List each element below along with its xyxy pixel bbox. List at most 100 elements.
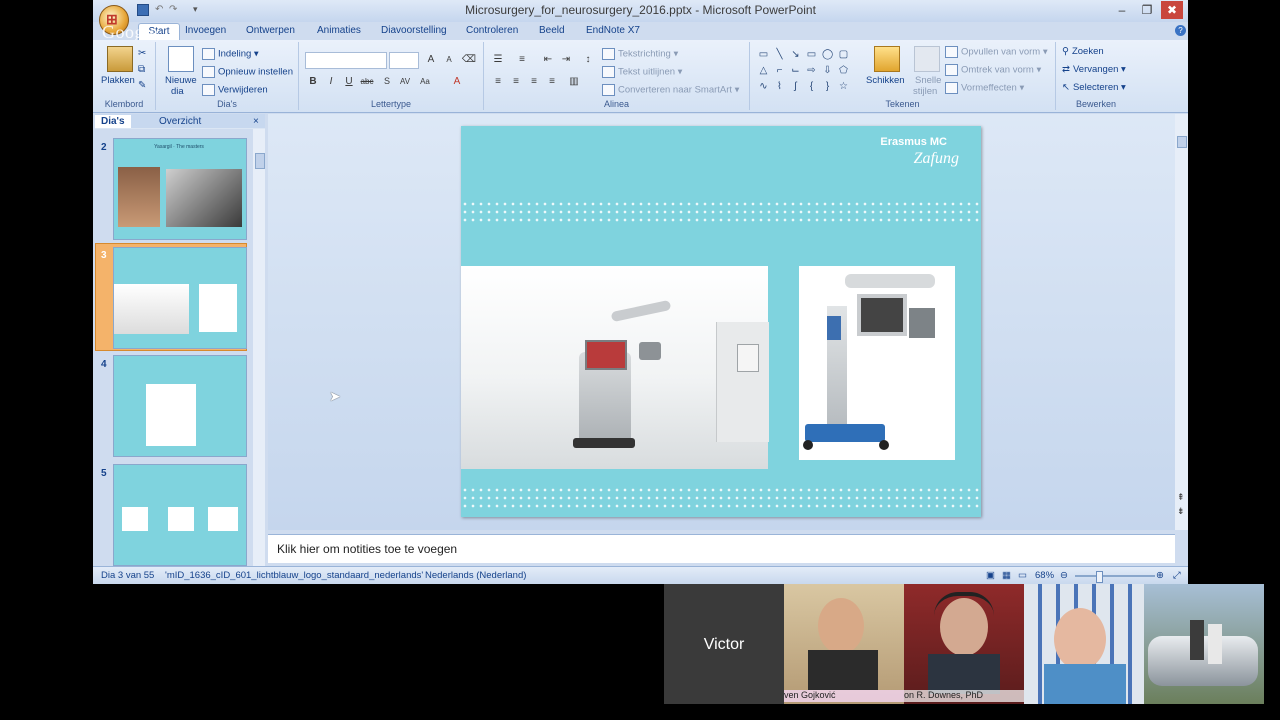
tab-dias[interactable]: Dia's [95, 115, 131, 128]
redo-icon[interactable]: ↷ [169, 4, 177, 15]
align-left-icon[interactable]: ≡ [490, 74, 506, 89]
tab-beeld[interactable]: Beeld [539, 25, 565, 36]
pentagon-icon[interactable]: ⬠ [838, 66, 849, 76]
current-slide[interactable]: Erasmus MC Zafung [461, 126, 981, 517]
brace-left-icon[interactable]: { [806, 82, 817, 92]
clear-format-icon[interactable]: ⌫ [461, 52, 477, 67]
shrink-font-icon[interactable]: A [441, 52, 457, 67]
zoeken-button[interactable]: ⚲ Zoeken [1062, 46, 1104, 57]
spacing-icon[interactable]: AV [397, 74, 413, 89]
sorter-view-icon[interactable]: ▦ [1002, 570, 1011, 581]
vormeffecten-button[interactable]: Vormeffecten ▾ [945, 82, 1024, 94]
tab-endnote[interactable]: EndNote X7 [586, 25, 640, 36]
notes-pane[interactable]: Klik hier om notities toe te voegen [268, 534, 1175, 563]
oval-shape-icon[interactable]: ◯ [822, 50, 833, 60]
slideshow-view-icon[interactable]: ▭ [1018, 570, 1027, 581]
close-pane-button[interactable]: × [247, 115, 265, 128]
strikethrough-icon[interactable]: abc [359, 74, 375, 89]
restore-button[interactable]: ❐ [1136, 1, 1158, 19]
columns-icon[interactable]: ▥ [566, 74, 582, 89]
slide-thumbnail[interactable] [113, 355, 247, 457]
rectangle-shape-icon[interactable]: ▭ [806, 50, 817, 60]
plakken-button[interactable]: Plakken [101, 75, 135, 86]
down-arrow-icon[interactable]: ⇩ [822, 66, 833, 76]
participant-tile[interactable] [1144, 584, 1264, 704]
zoom-slider[interactable] [1075, 575, 1155, 577]
participant-tile[interactable]: ven Gojković [784, 584, 904, 704]
slide-scrollbar[interactable]: ⇞ ⇟ [1175, 114, 1188, 530]
next-slide-icon[interactable]: ⇟ [1177, 506, 1185, 517]
tab-invoegen[interactable]: Invoegen [185, 25, 226, 36]
scroll-thumb[interactable] [1177, 136, 1187, 148]
format-painter-icon[interactable]: ✎ [138, 80, 146, 91]
justify-icon[interactable]: ≡ [544, 74, 560, 89]
snelle-stijlen-button[interactable]: Snelle [915, 75, 941, 86]
chevron-down-icon[interactable]: ▾ [193, 4, 198, 15]
italic-icon[interactable]: I [323, 74, 339, 89]
textbox-shape-icon[interactable]: ▭ [758, 50, 769, 60]
selecteren-button[interactable]: ↖ Selecteren ▾ [1062, 82, 1126, 93]
undo-icon[interactable]: ↶ [155, 4, 163, 15]
previous-slide-icon[interactable]: ⇞ [1177, 492, 1185, 503]
font-color-icon[interactable]: A [449, 74, 465, 89]
tekstrichting-button[interactable]: Tekstrichting ▾ [602, 48, 678, 60]
opnieuw-instellen-button[interactable]: Opnieuw instellen [202, 66, 293, 78]
slide-thumbnail[interactable] [113, 464, 247, 566]
grow-font-icon[interactable]: A [423, 52, 439, 67]
star-icon[interactable]: ☆ [838, 82, 849, 92]
save-icon[interactable] [137, 4, 149, 16]
decrease-indent-icon[interactable]: ⇤ [540, 52, 556, 67]
language-indicator[interactable]: Nederlands (Nederland) [425, 570, 526, 581]
close-button[interactable]: ✖ [1161, 1, 1183, 19]
nieuwe-dia-button[interactable]: Nieuwe [165, 75, 197, 86]
tab-diavoorstelling[interactable]: Diavoorstelling [381, 25, 447, 36]
scribble-icon[interactable]: ʃ [790, 82, 801, 92]
bold-icon[interactable]: B [305, 74, 321, 89]
vervangen-button[interactable]: ⇄ Vervangen ▾ [1062, 64, 1126, 75]
normal-view-icon[interactable]: ▣ [986, 570, 995, 581]
elbow-connector-icon[interactable]: ⌙ [790, 66, 801, 76]
line-shape-icon[interactable]: ╲ [774, 50, 785, 60]
participant-tile[interactable]: on R. Downes, PhD [904, 584, 1024, 704]
indeling-button[interactable]: Indeling ▾ [202, 48, 259, 60]
bullets-icon[interactable]: ☰ [490, 52, 506, 67]
shadow-icon[interactable]: S [379, 74, 395, 89]
freeform-icon[interactable]: ⌇ [774, 82, 785, 92]
line-spacing-icon[interactable]: ↕ [580, 52, 596, 67]
align-center-icon[interactable]: ≡ [508, 74, 524, 89]
verwijderen-button[interactable]: Verwijderen [202, 84, 268, 96]
cut-icon[interactable]: ✂ [138, 48, 146, 59]
help-icon[interactable]: ? [1175, 25, 1186, 36]
participant-tile[interactable]: Victor [664, 584, 784, 704]
zoom-out-icon[interactable]: ⊖ [1060, 570, 1068, 581]
connector-icon[interactable]: ⌐ [774, 66, 785, 76]
zoom-level[interactable]: 68% [1035, 570, 1054, 581]
schikken-button[interactable]: Schikken [866, 75, 905, 86]
tab-overzicht[interactable]: Overzicht [153, 115, 207, 128]
zoom-slider-thumb[interactable] [1096, 571, 1103, 583]
smartart-button[interactable]: Converteren naar SmartArt ▾ [602, 84, 739, 96]
arrow-line-icon[interactable]: ↘ [790, 50, 801, 60]
quick-access-toolbar[interactable]: ↶ ↷ ▾ [133, 4, 209, 18]
slide-thumbnail-selected[interactable] [113, 247, 247, 349]
tab-ontwerpen[interactable]: Ontwerpen [246, 25, 295, 36]
participant-tile[interactable] [1024, 584, 1144, 704]
thumbnail-list[interactable]: 2 Yasargil · The masters 3 4 5 [95, 129, 253, 566]
font-name-input[interactable] [305, 52, 387, 69]
tab-animaties[interactable]: Animaties [317, 25, 361, 36]
align-right-icon[interactable]: ≡ [526, 74, 542, 89]
rounded-rect-icon[interactable]: ▢ [838, 50, 849, 60]
numbering-icon[interactable]: ≡ [514, 52, 530, 67]
opvullen-button[interactable]: Opvullen van vorm ▾ [945, 46, 1048, 58]
tekst-uitlijnen-button[interactable]: Tekst uitlijnen ▾ [602, 66, 682, 78]
copy-icon[interactable]: ⧉ [138, 64, 145, 75]
brace-right-icon[interactable]: } [822, 82, 833, 92]
right-arrow-icon[interactable]: ⇨ [806, 66, 817, 76]
fit-window-icon[interactable]: ⤢ [1173, 570, 1181, 581]
tab-controleren[interactable]: Controleren [466, 25, 518, 36]
slide-thumbnail[interactable]: Yasargil · The masters [113, 138, 247, 240]
scroll-thumb[interactable] [255, 153, 265, 169]
zoom-in-icon[interactable]: ⊕ [1156, 570, 1164, 581]
omtrek-button[interactable]: Omtrek van vorm ▾ [945, 64, 1041, 76]
minimize-button[interactable]: – [1111, 1, 1133, 19]
